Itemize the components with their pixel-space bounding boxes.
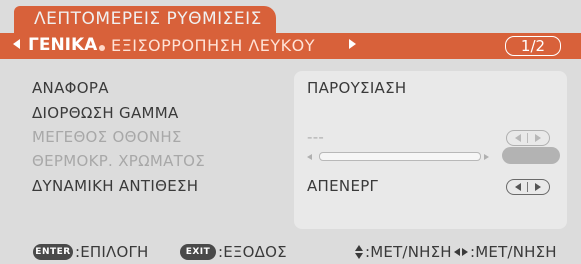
leftright-hint: :ΜΕΤ/ΝΗΣΗ (470, 243, 557, 261)
settings-panel: ΛΕΠΤΟΜΕΡΕΙΣ ΡΥΘΜΙΣΕΙΣ ΓΕΝΙΚΑ ΕΞΙΣΟΡΡΟΠΗΣ… (0, 0, 581, 264)
exit-key-badge: EXIT (180, 244, 216, 260)
stepper-right-icon (535, 134, 541, 142)
slider-left-icon (307, 154, 312, 160)
setting-label-screen-size: ΜΕΓΕΘΟΣ ΟΘΟΝΗΣ (32, 128, 182, 146)
enter-key-badge: ENTER (33, 244, 73, 260)
triangle-left-icon[interactable] (13, 39, 20, 49)
stepper-right-icon[interactable] (535, 183, 541, 191)
setting-label-reference[interactable]: ΑΝΑΦΟΡΑ (32, 79, 109, 97)
triangle-right-icon[interactable] (349, 39, 356, 49)
setting-label-dynamic-contrast[interactable]: ΔΥΝΑΜΙΚΗ ΑΝΤΙΘΕΣΗ (32, 177, 198, 195)
color-temperature-value-box (502, 147, 560, 164)
dynamic-contrast-stepper[interactable] (506, 179, 550, 195)
stepper-left-icon (515, 134, 521, 142)
slider-right-icon (484, 154, 489, 160)
enter-hint: :ΕΠΙΛΟΓΗ (75, 243, 149, 261)
setting-value-dynamic-contrast[interactable]: ΑΠΕΝΕΡΓ (307, 177, 378, 195)
updown-hint: :ΜΕΤ/ΝΗΣΗ (365, 243, 452, 261)
tab-separator-dot (99, 45, 105, 51)
footer-hints: ENTER :ΕΠΙΛΟΓΗ EXIT :ΕΞΟΔΟΣ :ΜΕΤ/ΝΗΣΗ :Μ… (0, 242, 581, 264)
stepper-left-icon[interactable] (515, 183, 521, 191)
up-down-arrows-icon (355, 245, 363, 260)
setting-label-color-temperature: ΘΕΡΜΟΚΡ. ΧΡΩΜΑΤΟΣ (32, 152, 206, 170)
tab-general[interactable]: ΓΕΝΙΚΑ (28, 35, 97, 55)
stepper-divider (527, 182, 528, 192)
screen-size-stepper (506, 130, 550, 146)
stepper-divider (527, 133, 528, 143)
setting-value-reference[interactable]: ΠΑΡΟΥΣΙΑΣΗ (307, 79, 406, 97)
setting-value-screen-size: --- (307, 128, 325, 146)
page-indicator: 1/2 (505, 36, 561, 56)
color-temperature-slider (319, 152, 481, 161)
title-tab: ΛΕΠΤΟΜΕΡΕΙΣ ΡΥΘΜΙΣΕΙΣ (14, 6, 276, 34)
tab-bar: ΓΕΝΙΚΑ ΕΞΙΣΟΡΡΟΠΗΣΗ ΛΕΥΚΟΥ 1/2 (0, 33, 581, 59)
left-right-arrows-icon (454, 248, 469, 257)
exit-hint: :ΕΞΟΔΟΣ (218, 243, 287, 261)
setting-label-gamma-correction[interactable]: ΔΙΟΡΘΩΣΗ GAMMA (32, 104, 179, 122)
window-title: ΛΕΠΤΟΜΕΡΕΙΣ ΡΥΘΜΙΣΕΙΣ (34, 9, 262, 29)
tab-white-balance[interactable]: ΕΞΙΣΟΡΡΟΠΗΣΗ ΛΕΥΚΟΥ (111, 36, 315, 55)
